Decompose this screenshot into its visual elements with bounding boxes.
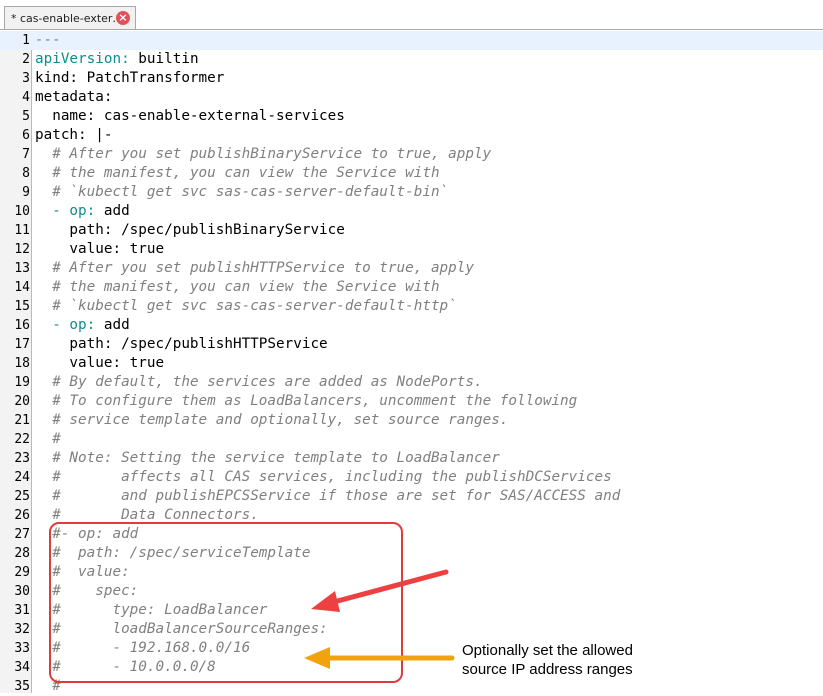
annotation-arrows <box>304 569 455 669</box>
orange-arrow-icon <box>304 647 455 669</box>
red-arrow-icon <box>311 569 449 612</box>
annotation-line-2: source IP address ranges <box>462 661 633 678</box>
annotation-text: Optionally set the allowed source IP add… <box>462 641 633 679</box>
annotation-line-1: Optionally set the allowed <box>462 642 633 659</box>
